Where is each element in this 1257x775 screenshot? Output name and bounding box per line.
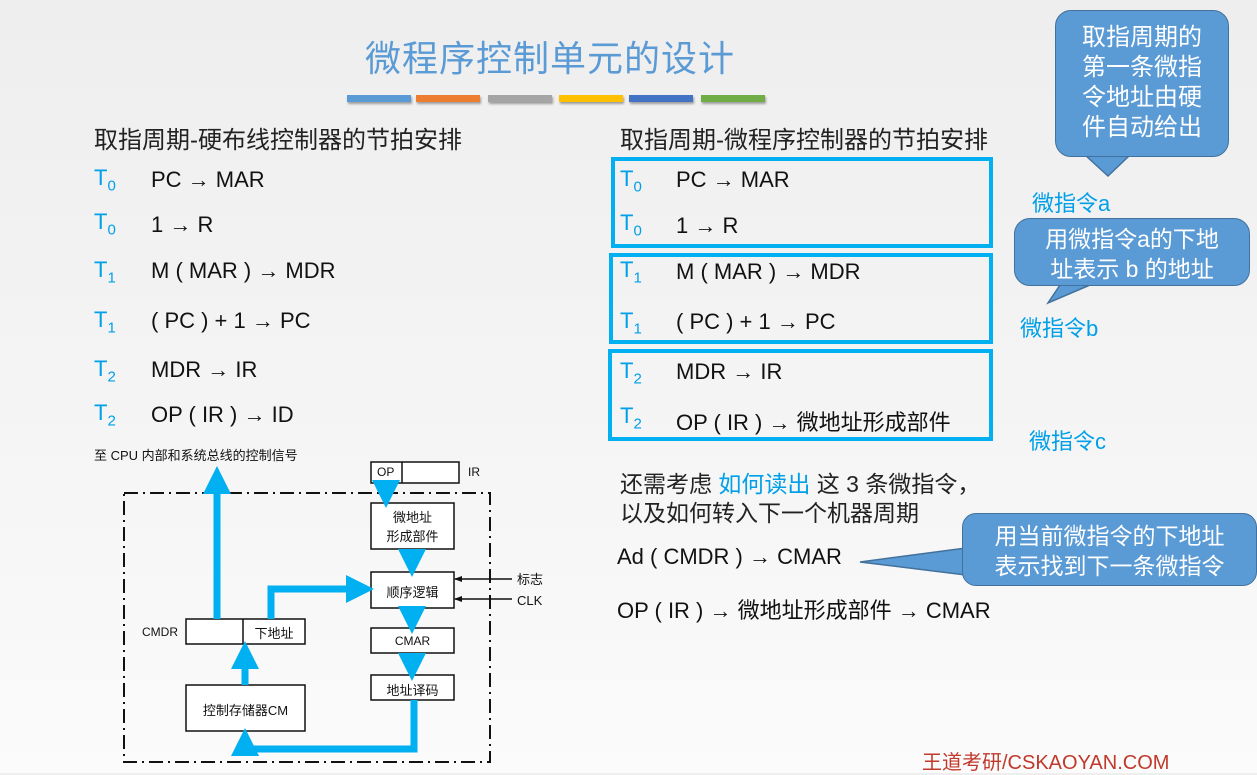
callout-line: 取指周期的 xyxy=(1082,24,1202,51)
callout-third-tail xyxy=(859,547,967,576)
callout-next-microinstruction: 用当前微指令的下地址 表示找到下一条微指令 xyxy=(962,513,1257,586)
callout-line: 表示找到下一条微指令 xyxy=(994,553,1225,579)
callout-second-tail xyxy=(1045,284,1091,305)
footer-brand: 王道考研/CSKAOYAN.COM xyxy=(922,752,1170,774)
callout-line: 件自动给出 xyxy=(1082,114,1202,141)
callout-line: 用微指令a的下地 xyxy=(1045,226,1219,252)
callout-line: 第一条微指 xyxy=(1082,54,1202,81)
callout-line: 址表示 b 的地址 xyxy=(1050,256,1214,282)
callout-first-microinstruction: 取指周期的 第一条微指 令地址由硬 件自动给出 xyxy=(1055,10,1229,157)
callout-first-tail xyxy=(1083,154,1132,178)
callout-line: 用当前微指令的下地址 xyxy=(994,523,1225,549)
callout-line: 令地址由硬 xyxy=(1082,84,1202,111)
callout-next-address-b: 用微指令a的下地 址表示 b 的地址 xyxy=(1014,218,1250,286)
